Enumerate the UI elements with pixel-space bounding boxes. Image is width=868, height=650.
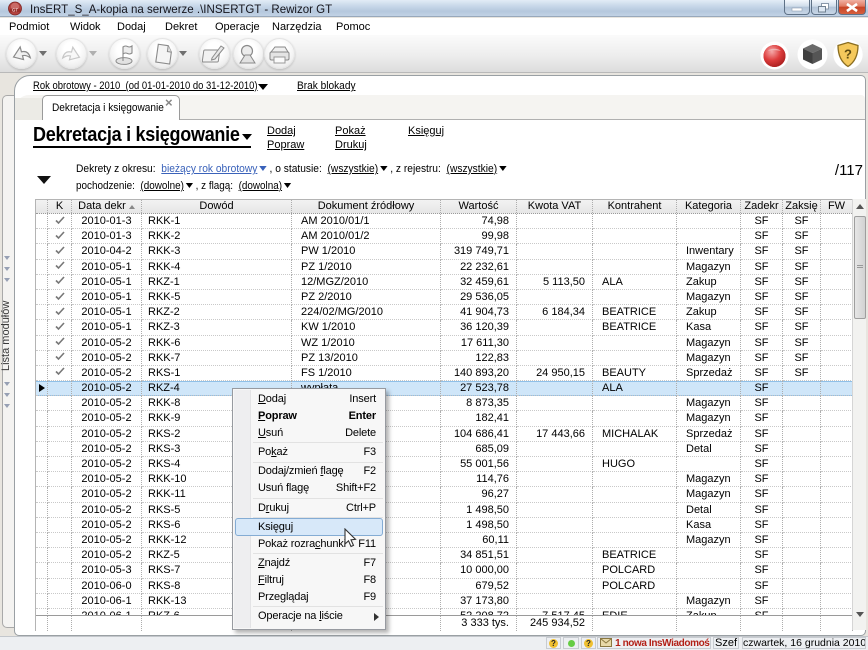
- svg-text:?: ?: [844, 47, 852, 62]
- svg-text:GT: GT: [12, 8, 19, 13]
